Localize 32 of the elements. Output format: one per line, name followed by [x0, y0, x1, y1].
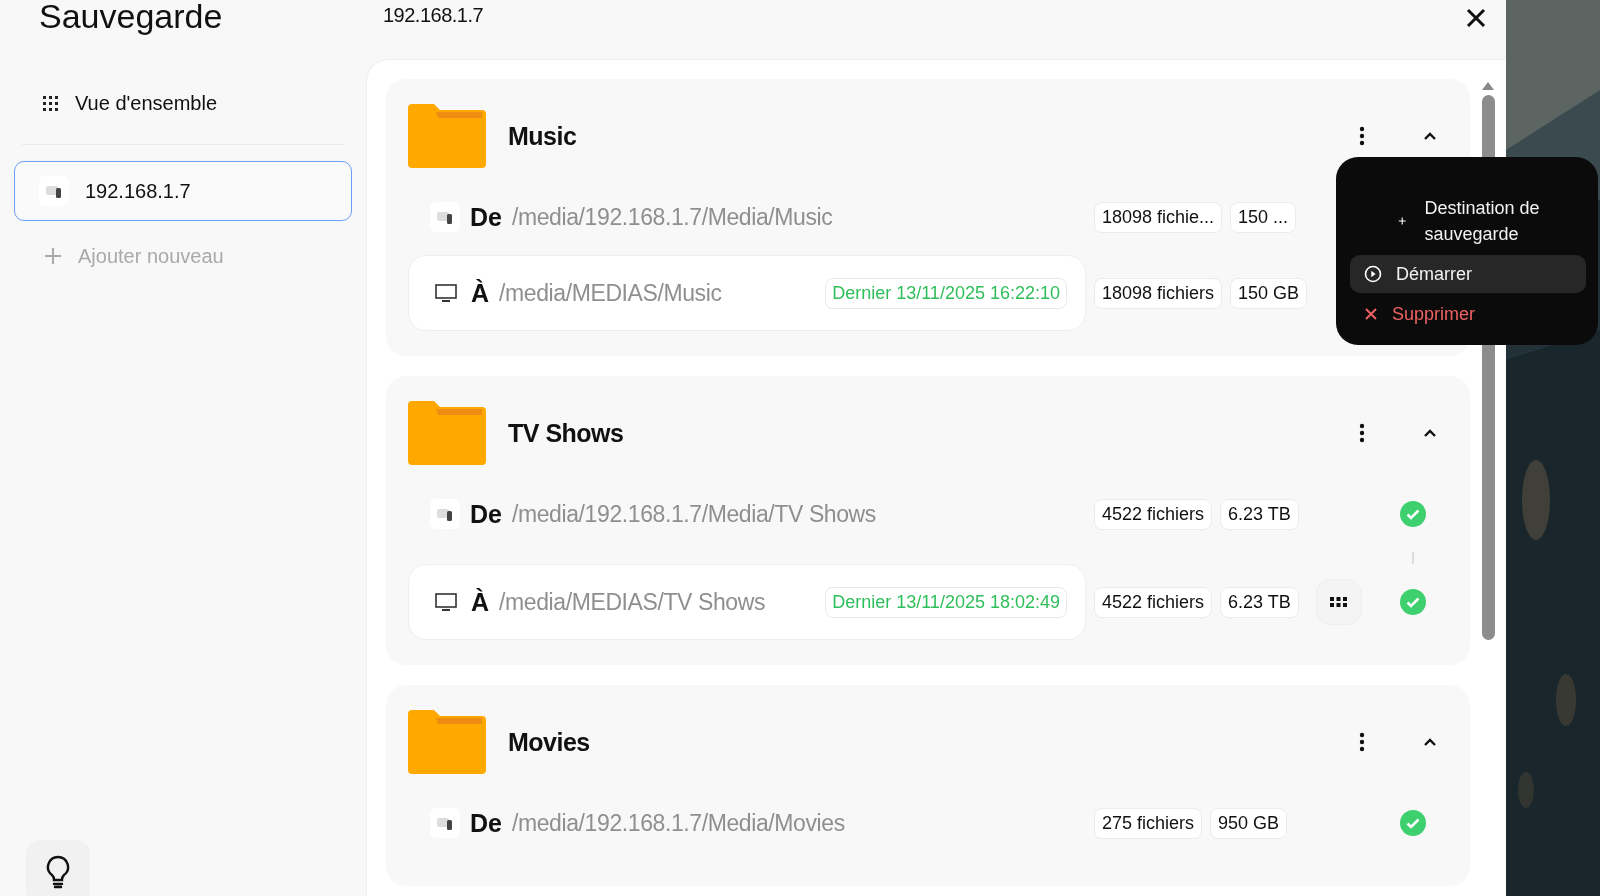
- last-run-badge: Dernier 13/11/2025 18:02:49: [825, 586, 1067, 618]
- overview-nav-item[interactable]: Vue d'ensemble: [41, 88, 352, 118]
- menu-item[interactable]: Destination de sauvegarde: [1380, 189, 1586, 253]
- folder-path: /media/192.168.1.7/Media/Music: [511, 203, 833, 231]
- direction-label: De: [470, 499, 502, 529]
- folder-name: TV Shows: [508, 418, 624, 448]
- file-count-tag: 4522 fichiers: [1094, 498, 1213, 530]
- direction-label: De: [470, 808, 502, 838]
- folder-path: /media/MEDIAS/TV Shows: [499, 588, 766, 616]
- file-count-tag: 18098 fichie...: [1094, 201, 1223, 233]
- size-tag: 150 GB: [1230, 277, 1308, 309]
- folder-path: /media/192.168.1.7/Media/TV Shows: [511, 500, 876, 528]
- size-tag: 950 GB: [1210, 807, 1288, 839]
- file-count-tag: 4522 fichiers: [1094, 586, 1213, 618]
- size-tag: 6.23 TB: [1220, 586, 1299, 618]
- device-item[interactable]: 192.168.1.7: [14, 161, 352, 221]
- folder-path: /media/192.168.1.7/Media/Movies: [511, 809, 845, 837]
- folder-path: /media/MEDIAS/Music: [499, 279, 722, 307]
- size-tag: 6.23 TB: [1220, 498, 1299, 530]
- direction-label: À: [471, 587, 490, 617]
- last-run-badge: Dernier 13/11/2025 16:22:10: [825, 277, 1067, 309]
- direction-label: De: [470, 202, 502, 232]
- file-count-tag: 18098 fichiers: [1094, 277, 1223, 309]
- host-address: 192.168.1.7: [383, 4, 484, 27]
- folder-name: Movies: [508, 727, 590, 757]
- folder-name: Music: [508, 121, 577, 151]
- size-tag: 150 ...: [1230, 201, 1297, 233]
- menu-item[interactable]: Démarrer: [1350, 255, 1586, 293]
- direction-label: À: [471, 278, 490, 308]
- window-title: Sauvegarde: [39, 0, 224, 37]
- file-count-tag: 275 fichiers: [1094, 807, 1203, 839]
- menu-item[interactable]: Supprimer: [1350, 295, 1586, 333]
